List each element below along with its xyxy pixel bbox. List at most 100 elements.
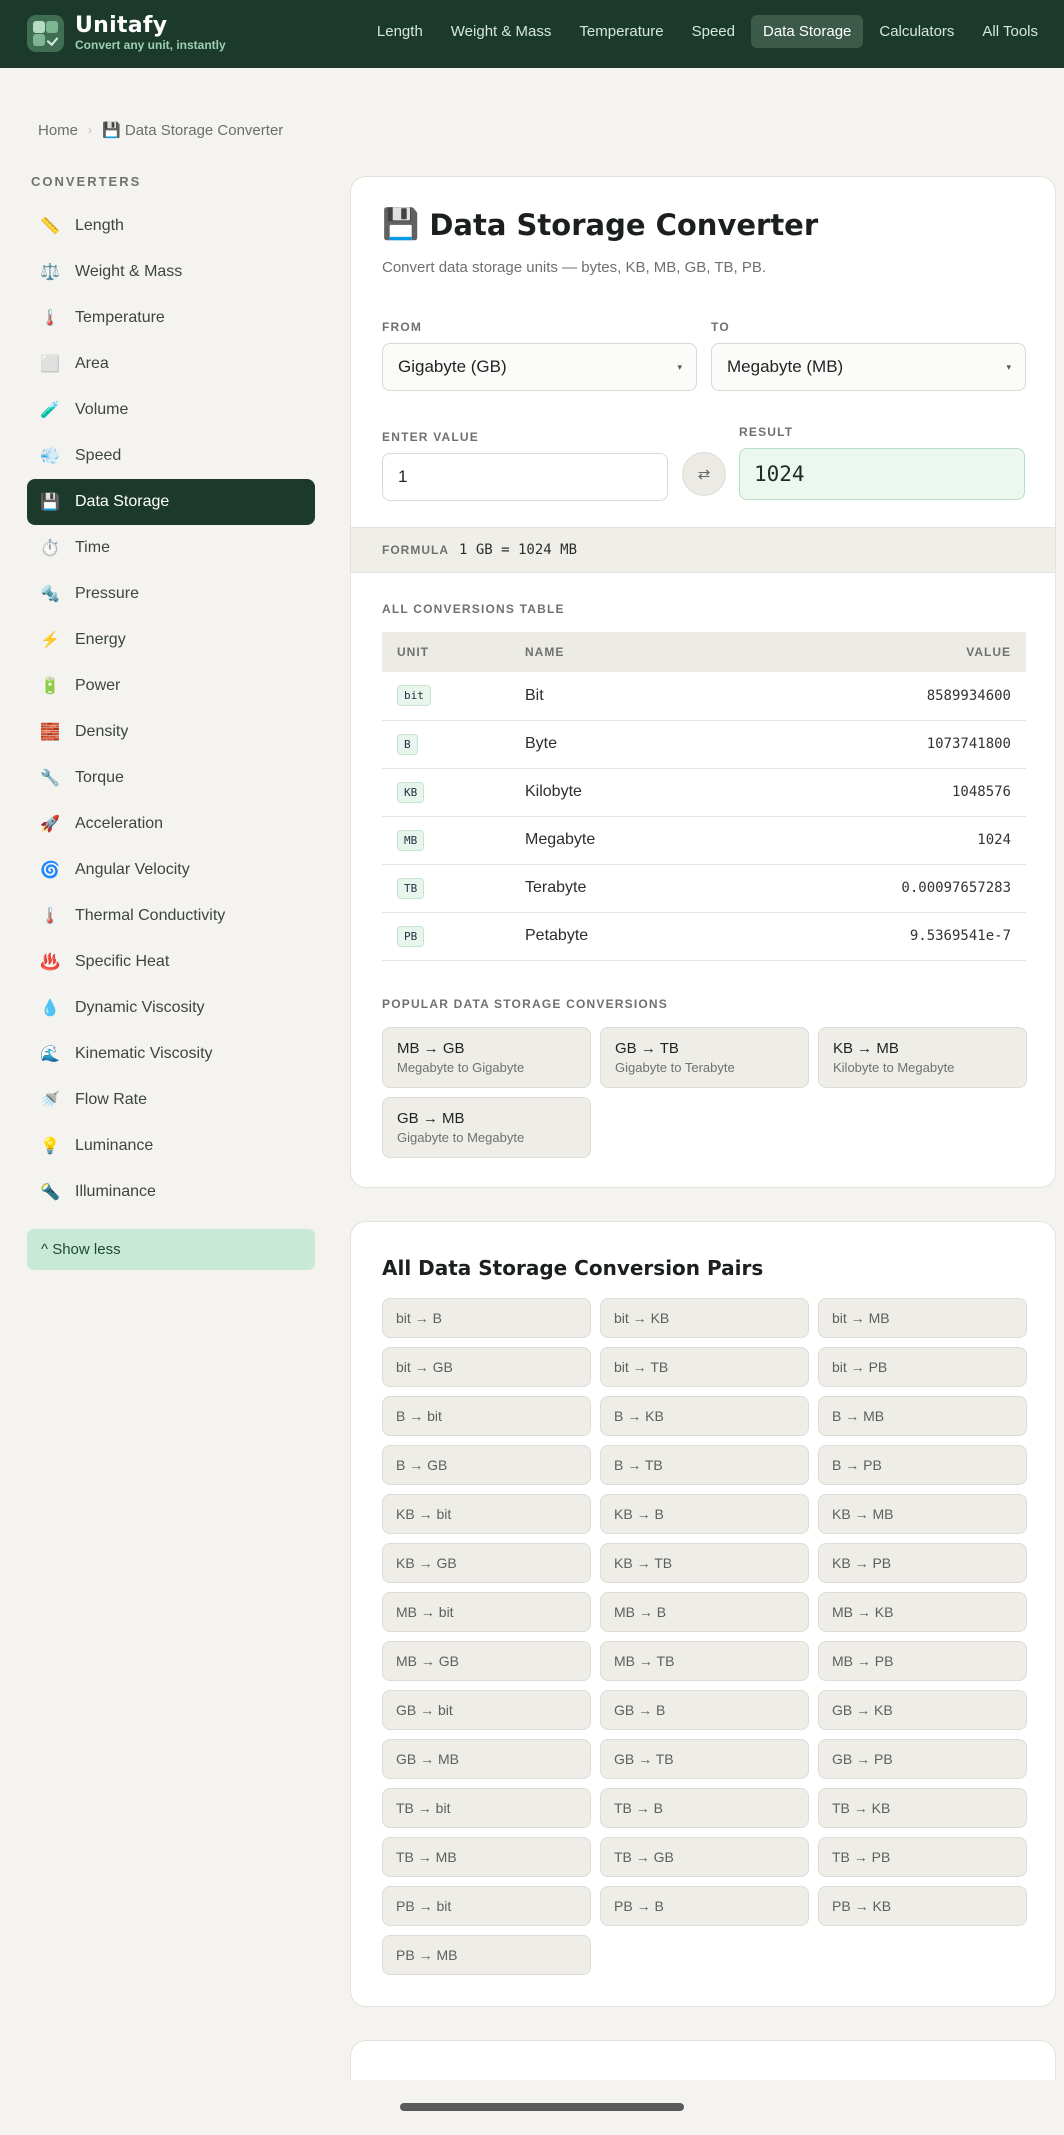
brand[interactable]: Unitafy Convert any unit, instantly (27, 14, 226, 52)
conversion-pair-link[interactable]: bit → MB (818, 1298, 1027, 1338)
page-title: Data Storage Converter (429, 207, 819, 242)
conversion-pair-link[interactable]: GB → bit (382, 1690, 591, 1730)
sidebar-item-label: Pressure (75, 585, 140, 602)
popular-conversion-card[interactable]: KB → MB Kilobyte to Megabyte (818, 1027, 1027, 1088)
sidebar-item-weight-mass[interactable]: ⚖️ Weight & Mass (27, 249, 315, 295)
conversion-pair-link[interactable]: GB → PB (818, 1739, 1027, 1779)
conversion-pair-link[interactable]: TB → MB (382, 1837, 591, 1877)
sidebar-item-label: Luminance (75, 1137, 154, 1154)
sidebar-item-volume[interactable]: 🧪 Volume (27, 387, 315, 433)
popular-conversion-title: MB → GB (397, 1040, 465, 1057)
sidebar-item-torque[interactable]: 🔧 Torque (27, 755, 315, 801)
conversion-pair-link[interactable]: bit → TB (600, 1347, 809, 1387)
acceleration-icon: 🚀 (40, 816, 60, 833)
conversion-pair-link[interactable]: MB → PB (818, 1641, 1027, 1681)
conversion-pair-link[interactable]: GB → B (600, 1690, 809, 1730)
nav-link-length[interactable]: Length (365, 15, 435, 48)
nav-link-temperature[interactable]: Temperature (567, 15, 675, 48)
conversion-pair-link[interactable]: PB → bit (382, 1886, 591, 1926)
sidebar-item-angular-velocity[interactable]: 🌀 Angular Velocity (27, 847, 315, 893)
conversions-table: UNIT NAME VALUE bit Bit 8589934600 B Byte 107… (382, 632, 1026, 961)
popular-conversion-card[interactable]: GB → TB Gigabyte to Terabyte (600, 1027, 809, 1088)
conversion-pair-link[interactable]: B → PB (818, 1445, 1027, 1485)
sidebar-item-flow-rate[interactable]: 🚿 Flow Rate (27, 1077, 315, 1123)
conversion-pair-link[interactable]: KB → B (600, 1494, 809, 1534)
sidebar-item-specific-heat[interactable]: ♨️ Specific Heat (27, 939, 315, 985)
conversion-pair-link[interactable]: bit → B (382, 1298, 591, 1338)
sidebar-item-area[interactable]: ⬜ Area (27, 341, 315, 387)
conversion-pair-link[interactable]: TB → KB (818, 1788, 1027, 1828)
conversion-pair-link[interactable]: B → TB (600, 1445, 809, 1485)
unit-value-cell: 1073741800 (705, 720, 1026, 769)
conversion-pair-link[interactable]: bit → GB (382, 1347, 591, 1387)
swap-units-button[interactable]: ⇄ (682, 452, 726, 496)
sidebar-item-length[interactable]: 📏 Length (27, 203, 315, 249)
sidebar-item-data-storage[interactable]: 💾 Data Storage (27, 479, 315, 525)
nav-link-calculators[interactable]: Calculators (867, 15, 966, 48)
sidebar-item-power[interactable]: 🔋 Power (27, 663, 315, 709)
result-output[interactable]: 1024 (739, 448, 1025, 500)
show-less-button[interactable]: ^ Show less (27, 1229, 315, 1270)
conversion-pair-link[interactable]: TB → GB (600, 1837, 809, 1877)
conversion-pair-link[interactable]: MB → KB (818, 1592, 1027, 1632)
conversion-pair-link[interactable]: B → bit (382, 1396, 591, 1436)
popular-conversion-card[interactable]: GB → MB Gigabyte to Megabyte (382, 1097, 591, 1158)
sidebar-item-density[interactable]: 🧱 Density (27, 709, 315, 755)
conversion-pair-link[interactable]: TB → bit (382, 1788, 591, 1828)
floppy-disk-icon: 💾 (382, 208, 420, 241)
horizontal-scrollbar[interactable] (400, 2103, 684, 2111)
sidebar-item-energy[interactable]: ⚡ Energy (27, 617, 315, 663)
conversion-pair-link[interactable]: B → GB (382, 1445, 591, 1485)
conversion-pair-link[interactable]: GB → KB (818, 1690, 1027, 1730)
conversion-pair-link[interactable]: KB → GB (382, 1543, 591, 1583)
column-header-unit: UNIT (382, 632, 525, 672)
from-unit-select[interactable]: Gigabyte (GB) ▾ (382, 343, 697, 391)
sidebar-item-kinematic-viscosity[interactable]: 🌊 Kinematic Viscosity (27, 1031, 315, 1077)
nav-link-weight-mass[interactable]: Weight & Mass (439, 15, 564, 48)
sidebar-item-temperature[interactable]: 🌡️ Temperature (27, 295, 315, 341)
speed-icon: 💨 (40, 448, 60, 465)
conversion-pair-link[interactable]: GB → MB (382, 1739, 591, 1779)
unit-badge: TB (397, 877, 425, 899)
sidebar-item-dynamic-viscosity[interactable]: 💧 Dynamic Viscosity (27, 985, 315, 1031)
conversion-pair-link[interactable]: PB → KB (818, 1886, 1027, 1926)
conversion-pair-link[interactable]: B → MB (818, 1396, 1027, 1436)
to-unit-select[interactable]: Megabyte (MB) ▾ (711, 343, 1026, 391)
conversion-pair-link[interactable]: KB → MB (818, 1494, 1027, 1534)
conversion-pair-link[interactable]: MB → TB (600, 1641, 809, 1681)
popular-conversion-card[interactable]: MB → GB Megabyte to Gigabyte (382, 1027, 591, 1088)
value-input[interactable]: 1 (382, 453, 668, 501)
conversion-pair-link[interactable]: KB → PB (818, 1543, 1027, 1583)
conversion-pair-link[interactable]: bit → KB (600, 1298, 809, 1338)
conversion-pair-link[interactable]: MB → B (600, 1592, 809, 1632)
conversion-pair-link[interactable]: bit → PB (818, 1347, 1027, 1387)
table-row: MB Megabyte 1024 (382, 816, 1026, 865)
conversion-pair-link[interactable]: GB → TB (600, 1739, 809, 1779)
sidebar-item-time[interactable]: ⏱️ Time (27, 525, 315, 571)
sidebar-item-illuminance[interactable]: 🔦 Illuminance (27, 1169, 315, 1215)
sidebar-item-pressure[interactable]: 🔩 Pressure (27, 571, 315, 617)
conversion-pair-link[interactable]: MB → bit (382, 1592, 591, 1632)
conversion-pair-link[interactable]: PB → MB (382, 1935, 591, 1975)
sidebar-item-label: Area (75, 355, 109, 372)
conversion-pair-link[interactable]: B → KB (600, 1396, 809, 1436)
popular-conversion-desc: Megabyte to Gigabyte (397, 1060, 525, 1075)
nav-link-all-tools[interactable]: All Tools (970, 15, 1050, 48)
breadcrumb-home[interactable]: Home (38, 122, 78, 139)
sidebar-item-luminance[interactable]: 💡 Luminance (27, 1123, 315, 1169)
sidebar-item-speed[interactable]: 💨 Speed (27, 433, 315, 479)
unit-cell: TB (382, 864, 525, 913)
conversion-pair-link[interactable]: PB → B (600, 1886, 809, 1926)
top-navbar: Unitafy Convert any unit, instantly Leng… (0, 0, 1064, 68)
nav-link-speed[interactable]: Speed (680, 15, 747, 48)
conversion-pair-link[interactable]: KB → TB (600, 1543, 809, 1583)
sidebar-item-thermal-conductivity[interactable]: 🌡️ Thermal Conductivity (27, 893, 315, 939)
power-icon: 🔋 (40, 678, 60, 695)
table-row: PB Petabyte 9.5369541e-7 (382, 912, 1026, 961)
nav-link-data-storage[interactable]: Data Storage (750, 15, 864, 48)
conversion-pair-link[interactable]: TB → PB (818, 1837, 1027, 1877)
conversion-pair-link[interactable]: TB → B (600, 1788, 809, 1828)
sidebar-item-acceleration[interactable]: 🚀 Acceleration (27, 801, 315, 847)
conversion-pair-link[interactable]: KB → bit (382, 1494, 591, 1534)
conversion-pair-link[interactable]: MB → GB (382, 1641, 591, 1681)
